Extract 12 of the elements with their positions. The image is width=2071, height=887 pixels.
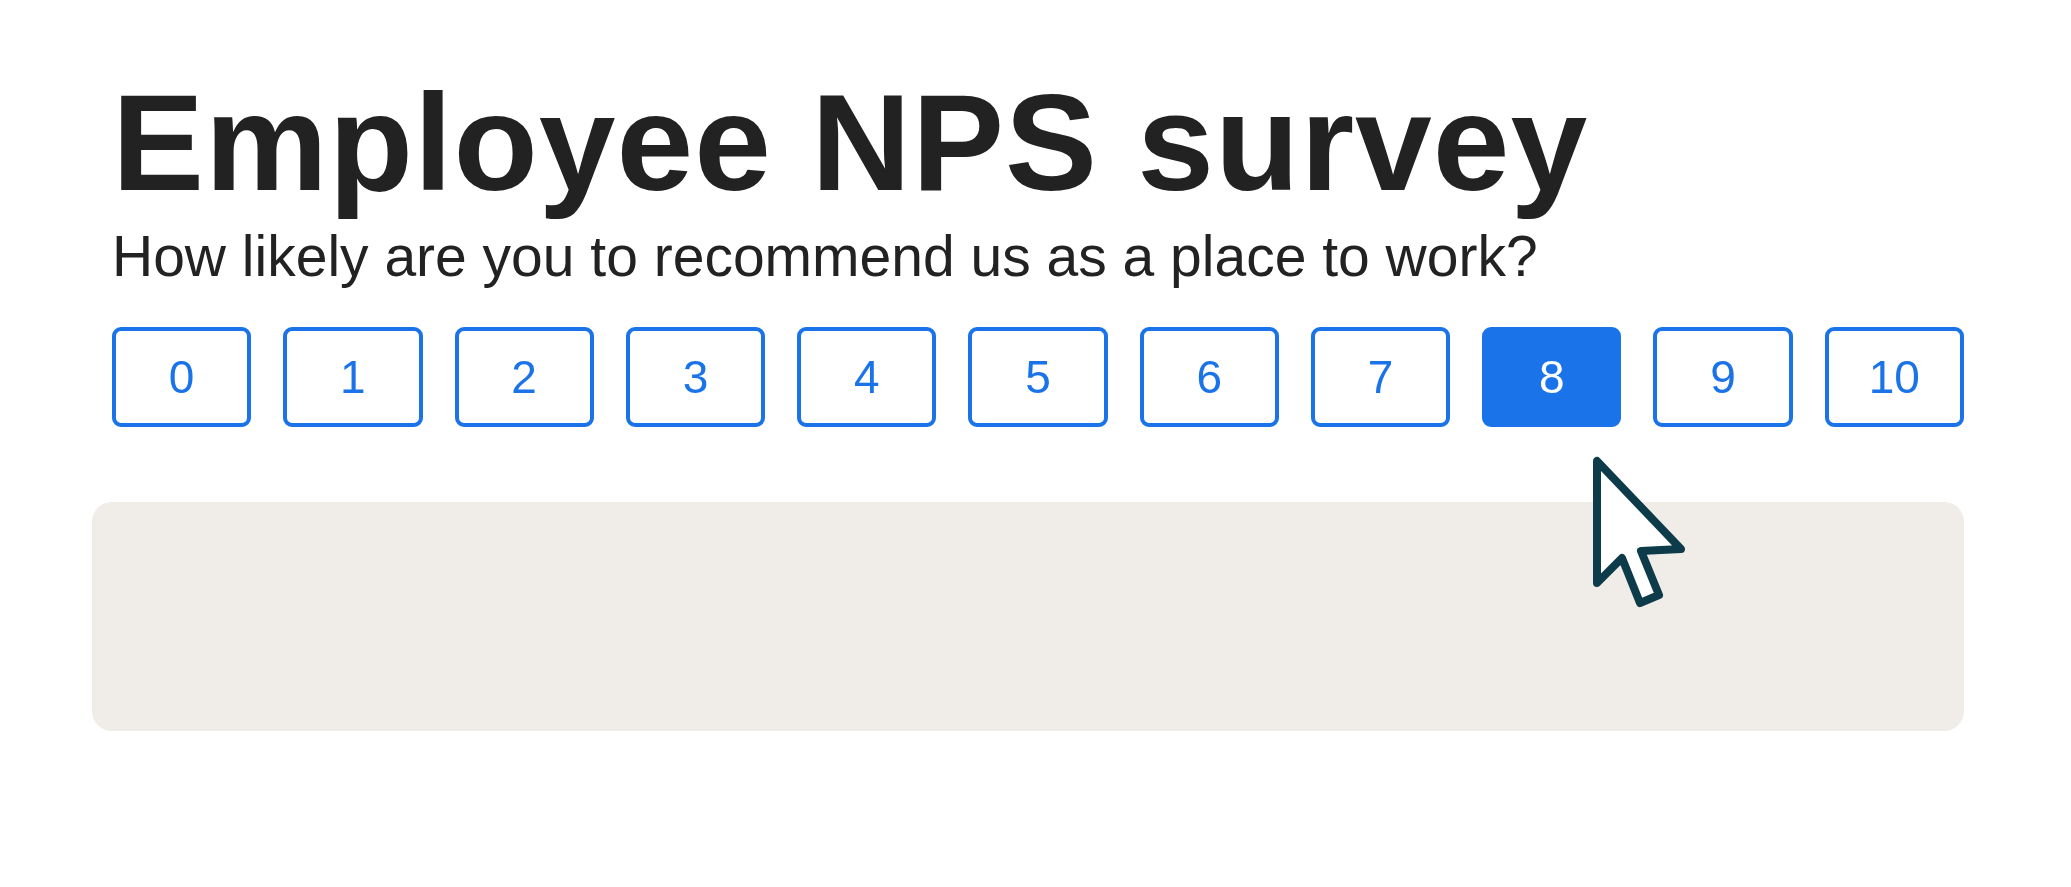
score-option[interactable]: 5 bbox=[968, 326, 1108, 427]
score-option[interactable]: 0 bbox=[112, 326, 252, 427]
score-option[interactable]: 2 bbox=[454, 326, 594, 427]
score-option[interactable]: 9 bbox=[1653, 326, 1793, 427]
score-option[interactable]: 3 bbox=[625, 326, 766, 427]
score-option[interactable]: 8 bbox=[1482, 326, 1622, 427]
score-option[interactable]: 7 bbox=[1310, 326, 1451, 427]
score-option[interactable]: 10 bbox=[1824, 326, 1964, 427]
survey-question: How likely are you to recommend us as a place to work? bbox=[112, 222, 1538, 289]
score-option[interactable]: 1 bbox=[283, 326, 423, 427]
score-option[interactable]: 6 bbox=[1139, 326, 1279, 427]
score-option[interactable]: 4 bbox=[797, 326, 937, 427]
